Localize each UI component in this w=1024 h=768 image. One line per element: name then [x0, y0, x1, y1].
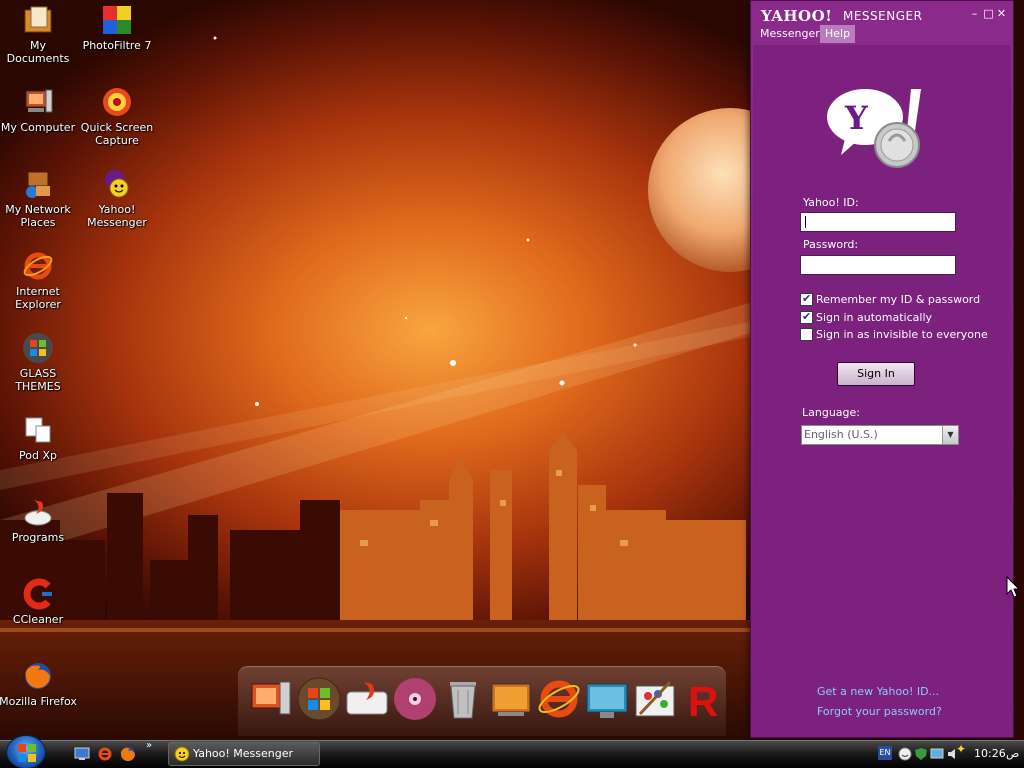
forgot-password-link[interactable]: Forgot your password? — [817, 705, 942, 718]
chevron-down-icon[interactable]: ▼ — [942, 426, 958, 444]
title-bar[interactable]: YAHOO! MESSENGER – □ ✕ — [751, 1, 1013, 25]
password-input[interactable] — [800, 255, 956, 275]
sign-in-button[interactable]: Sign In — [837, 362, 915, 386]
language-label: Language: — [802, 406, 860, 419]
monitor-dock-icon[interactable] — [584, 676, 630, 722]
desktop-icon-label: CCleaner — [12, 613, 64, 626]
internet-explorer-dock-icon[interactable] — [536, 676, 582, 722]
clock-period: ص — [1006, 747, 1020, 760]
menu-help[interactable]: Help — [820, 25, 856, 43]
title-product: MESSENGER — [843, 9, 923, 23]
desktop-icon-mozilla-firefox[interactable]: Mozilla Firefox — [0, 660, 78, 708]
yahoo-messenger-icon — [174, 746, 190, 762]
r-app-dock-icon[interactable]: R — [680, 676, 726, 725]
remember-checkbox[interactable] — [800, 292, 813, 306]
language-indicator[interactable]: EN — [878, 746, 892, 760]
taskbar-yahoo-messenger[interactable]: Yahoo! Messenger — [168, 742, 320, 766]
chevron-right-icon[interactable]: » — [146, 740, 152, 751]
get-new-id-link[interactable]: Get a new Yahoo! ID... — [817, 685, 939, 698]
desktop-icon-my-network-places[interactable]: My Network Places — [0, 168, 78, 229]
start-button[interactable] — [6, 735, 46, 768]
desktop-icon-yahoo-messenger[interactable]: Yahoo! Messenger — [77, 168, 157, 229]
mouse-pointer-icon — [1006, 575, 1021, 602]
internet-explorer-icon[interactable] — [97, 746, 113, 762]
desktop-icon-label: PhotoFiltre 7 — [82, 39, 152, 52]
shield-tray-icon[interactable] — [914, 746, 928, 760]
disk-dock-icon[interactable] — [344, 676, 390, 722]
yahoo-id-input[interactable] — [800, 212, 956, 232]
photofiltre-icon — [101, 4, 133, 36]
svg-text:Y: Y — [844, 99, 869, 137]
desktop-icon-my-documents[interactable]: My Documents — [0, 4, 78, 65]
menu-bar: Messenger Help — [751, 25, 1013, 43]
messenger-tray-icon[interactable] — [898, 746, 912, 761]
desktop-icon-label: GLASS THEMES — [15, 367, 61, 393]
desktop-icon-internet-explorer[interactable]: Internet Explorer — [0, 250, 78, 311]
language-select[interactable]: English (U.S.) ▼ — [801, 425, 959, 445]
firefox-icon[interactable] — [120, 746, 136, 762]
yahoo-id-value — [801, 218, 804, 231]
language-value: English (U.S.) — [804, 428, 878, 441]
windows-logo-icon — [22, 332, 54, 364]
windows-logo-icon — [18, 744, 36, 762]
recycle-bin-dock-icon[interactable] — [440, 676, 486, 722]
programs-icon — [22, 496, 54, 528]
desktop-icon-glass-themes[interactable]: GLASS THEMES — [0, 332, 78, 393]
desktop-icon-label: My Computer — [0, 121, 76, 134]
taskbar — [0, 740, 1024, 768]
internet-explorer-icon — [22, 250, 54, 282]
screen-capture-icon — [101, 86, 133, 118]
pod-xp-icon — [22, 414, 54, 446]
title-brand: YAHOO! — [761, 7, 833, 25]
network-tray-icon[interactable] — [930, 746, 944, 760]
desktop-icon-label: Mozilla Firefox — [0, 695, 77, 708]
desktop-icon-pod-xp[interactable]: Pod Xp — [0, 414, 78, 462]
desktop-icon-label: Yahoo! Messenger — [87, 203, 147, 229]
desktop-icon-my-computer[interactable]: My Computer — [0, 86, 78, 134]
photo-dock-icon[interactable] — [488, 676, 534, 722]
auto-signin-label[interactable]: Sign in automatically — [816, 311, 932, 324]
sparkle-tray-icon[interactable]: ✦ — [956, 742, 968, 756]
yahoo-id-label: Yahoo! ID: — [803, 196, 859, 209]
desktop-icon-label: Internet Explorer — [15, 285, 61, 311]
desktop-icon-label: Programs — [11, 531, 65, 544]
invisible-label[interactable]: Sign in as invisible to everyone — [816, 328, 988, 341]
dvd-dock-icon[interactable] — [392, 676, 438, 722]
computer-icon — [22, 86, 54, 118]
firefox-icon — [22, 660, 54, 692]
show-desktop-icon[interactable] — [74, 746, 90, 762]
login-panel: Y Yahoo! ID: Password: Remember my ID & … — [753, 45, 1011, 735]
invisible-checkbox[interactable] — [800, 328, 813, 341]
yahoo-messenger-icon — [101, 168, 133, 200]
taskbar-task-label: Yahoo! Messenger — [193, 747, 294, 760]
network-places-icon — [22, 168, 54, 200]
desktop-icon-label: My Network Places — [5, 203, 71, 229]
desktop-icon-programs[interactable]: Programs — [0, 496, 78, 544]
auto-signin-checkbox[interactable] — [800, 310, 813, 324]
remember-label[interactable]: Remember my ID & password — [816, 293, 980, 306]
desktop-icon-photofiltre[interactable]: PhotoFiltre 7 — [77, 4, 157, 52]
paint-dock-icon[interactable] — [632, 676, 678, 722]
svg-text:R: R — [688, 678, 718, 722]
yahoo-messenger-window: YAHOO! MESSENGER – □ ✕ Messenger Help Y … — [750, 0, 1014, 738]
clock[interactable]: 10:26 — [974, 747, 1006, 760]
folder-documents-icon — [22, 4, 54, 36]
close-icon[interactable]: ✕ — [996, 8, 1007, 19]
menu-messenger[interactable]: Messenger — [755, 25, 825, 43]
desktop-icon-label: Quick Screen Capture — [80, 121, 154, 147]
desktop-icon-quick-screen-capture[interactable]: Quick Screen Capture — [77, 86, 157, 147]
password-label: Password: — [803, 238, 859, 251]
desktop-icon-ccleaner[interactable]: CCleaner — [0, 578, 78, 626]
ccleaner-icon — [22, 578, 54, 610]
desktop-icon-label: My Documents — [6, 39, 70, 65]
yahoo-logo-icon: Y — [823, 83, 933, 173]
minimize-icon[interactable]: – — [969, 8, 980, 19]
maximize-icon[interactable]: □ — [983, 8, 994, 19]
text-caret — [805, 216, 806, 228]
desktop-icon-label: Pod Xp — [19, 449, 57, 462]
windows-dock-icon[interactable] — [296, 676, 342, 722]
computer-dock-icon[interactable] — [248, 676, 294, 722]
